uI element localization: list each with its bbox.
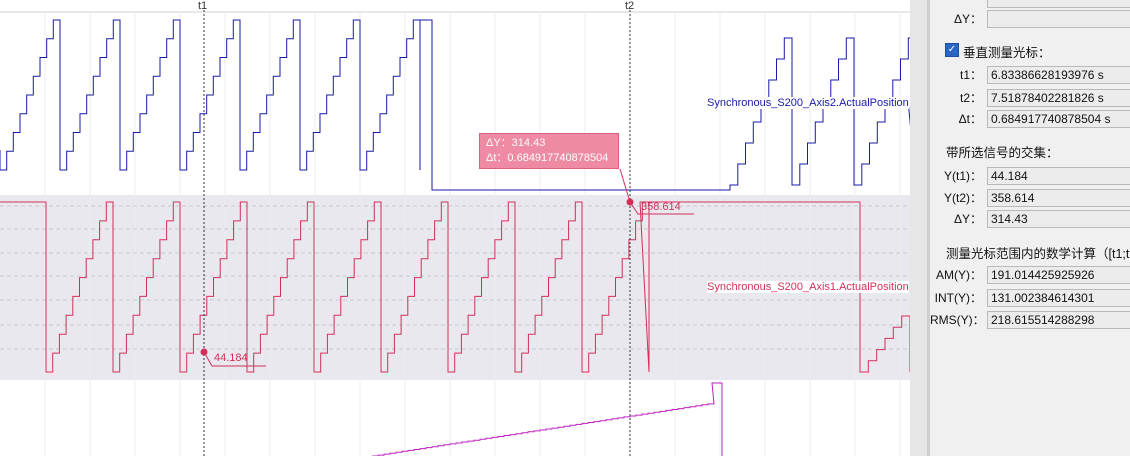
top-dy-field: [987, 10, 1130, 28]
measurement-panel: ΔY： ✓ 垂直测量光标： t1： 6.83386628193976 s t2：…: [930, 0, 1130, 456]
trend-chart[interactable]: t1 t2 ΔY：314.43 Δt：0.684917740878504 44.…: [0, 0, 910, 456]
tooltip-dt: Δt：0.684917740878504: [486, 152, 609, 164]
series-label-axis2: Synchronous_S200_Axis2.ActualPosition: [707, 97, 909, 109]
t1-field[interactable]: 6.83386628193976 s: [987, 66, 1130, 84]
t2-row: t2： 7.51878402281826 s: [930, 89, 1130, 107]
marker-t1-value: 44.184: [214, 352, 248, 364]
am-label: AM(Y)：: [936, 268, 982, 282]
yt2-label: Y(t2)：: [943, 191, 982, 205]
top-dy-row: ΔY：: [930, 10, 1130, 28]
cursor-t1-label[interactable]: t1: [198, 0, 207, 12]
yt1-field: 44.184: [987, 167, 1130, 185]
third-trace[interactable]: [372, 382, 723, 456]
yt1-row: Y(t1)： 44.184: [930, 167, 1130, 185]
math-label: 测量光标范围内的数学计算（[t1;t2]: [946, 247, 1130, 261]
int-label: INT(Y)：: [934, 291, 982, 305]
t1-row: t1： 6.83386628193976 s: [930, 66, 1130, 84]
int-field: 131.002384614301: [987, 289, 1130, 307]
delta-tooltip: ΔY：314.43 Δt：0.684917740878504: [479, 133, 619, 169]
rms-label: RMS(Y)：: [930, 313, 985, 327]
t2-label: t2：: [959, 91, 982, 105]
am-field: 191.014425925926: [987, 266, 1130, 284]
t1-label: t1：: [959, 68, 982, 82]
vertical-cursor-label: 垂直测量光标：: [963, 46, 1051, 60]
trend-plot[interactable]: [0, 0, 910, 456]
intersection-label: 带所选信号的交集：: [946, 146, 1059, 160]
yt2-row: Y(t2)： 358.614: [930, 189, 1130, 207]
top-dy-label: ΔY：: [953, 12, 982, 26]
dy-field: 314.43: [987, 210, 1130, 228]
series-label-axis1: Synchronous_S200_Axis1.ActualPosition: [707, 281, 909, 293]
marker-t2-value: 358.614: [641, 201, 681, 213]
am-row: AM(Y)： 191.014425925926: [930, 266, 1130, 284]
dy-row: ΔY： 314.43: [930, 210, 1130, 228]
yt1-label: Y(t1)：: [943, 169, 982, 183]
dt-row: Δt： 0.684917740878504 s: [930, 110, 1130, 128]
yt2-field: 358.614: [987, 189, 1130, 207]
top-empty-field: [987, 0, 1130, 8]
tooltip-dy: ΔY：314.43: [486, 137, 546, 149]
t2-field[interactable]: 7.51878402281826 s: [987, 89, 1130, 107]
dt-field: 0.684917740878504 s: [987, 110, 1130, 128]
cursor-t2-label[interactable]: t2: [625, 0, 634, 12]
dt-label: Δt：: [958, 112, 982, 126]
rms-row: RMS(Y)： 218.615514288298: [930, 311, 1130, 329]
dy-label: ΔY：: [953, 212, 982, 226]
int-row: INT(Y)： 131.002384614301: [930, 289, 1130, 307]
vertical-cursor-checkbox[interactable]: ✓: [945, 43, 959, 57]
rms-field: 218.615514288298: [987, 311, 1130, 329]
